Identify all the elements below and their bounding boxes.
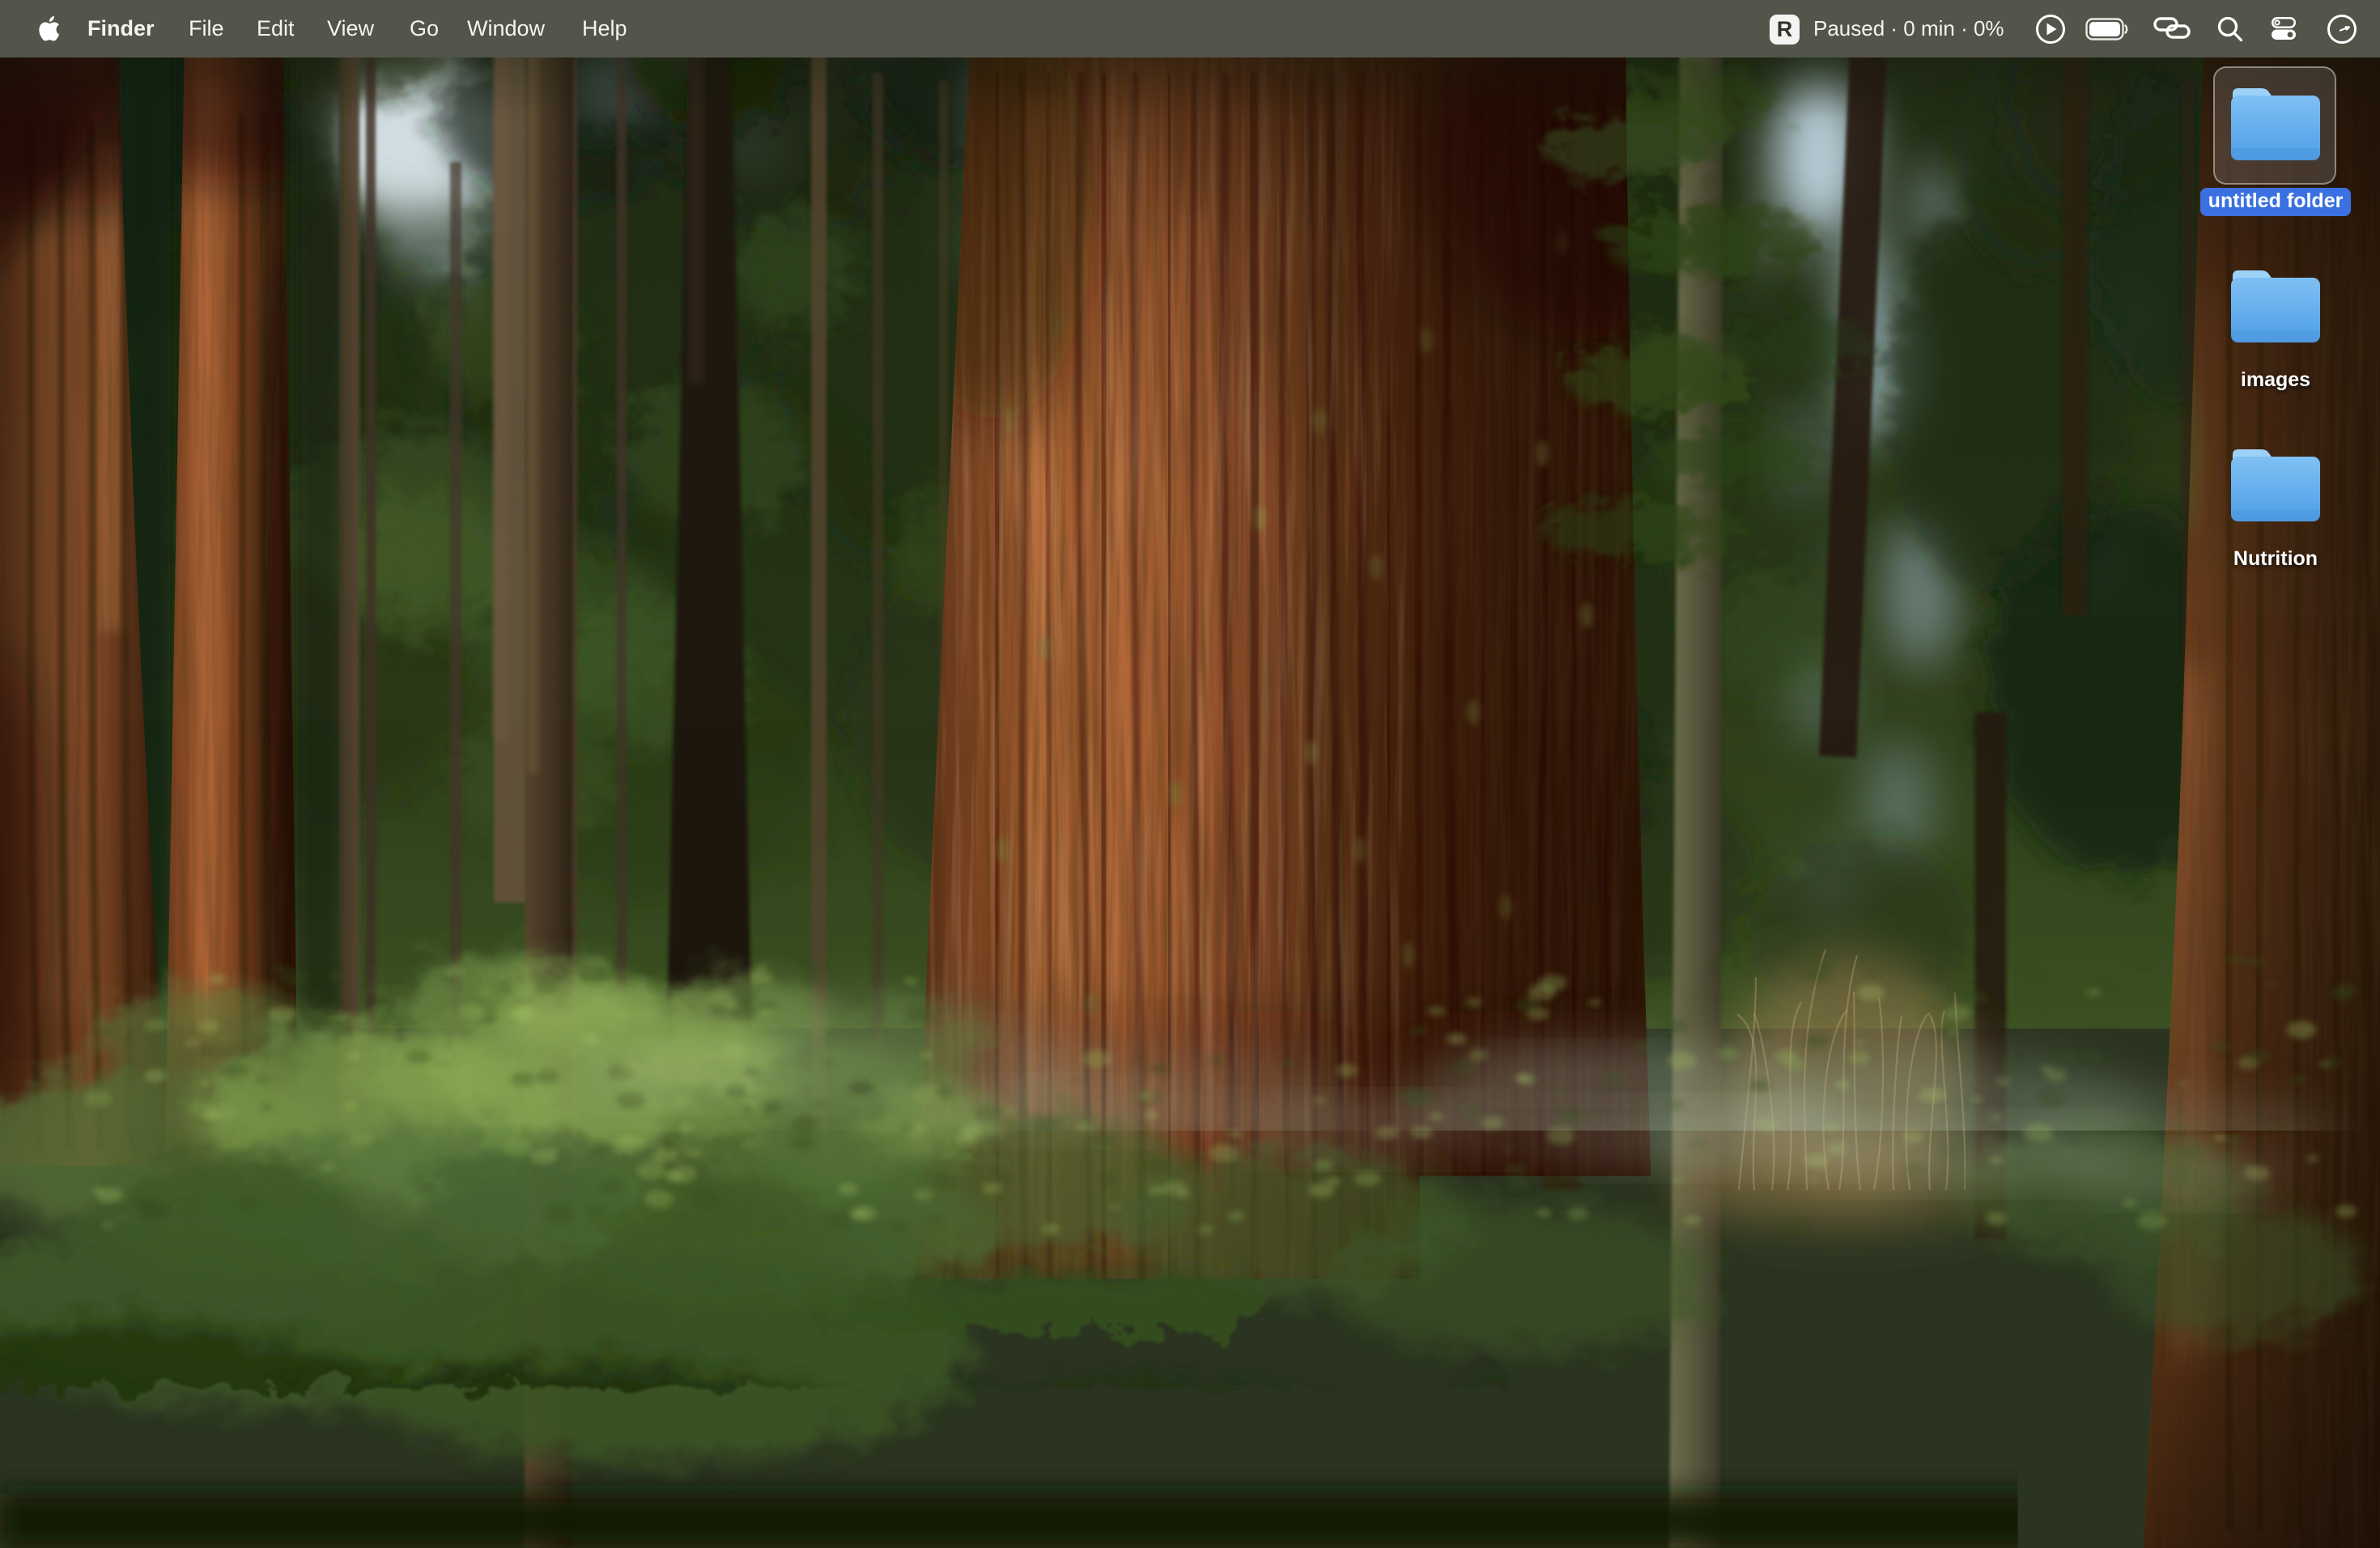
svg-text:Aa: Aa xyxy=(1644,1475,1680,1508)
svg-text:zoom: zoom xyxy=(1327,1482,1371,1501)
svg-text:17: 17 xyxy=(592,1479,630,1517)
svg-text:FEB: FEB xyxy=(599,1465,622,1476)
svg-text:1: 1 xyxy=(937,1463,945,1479)
